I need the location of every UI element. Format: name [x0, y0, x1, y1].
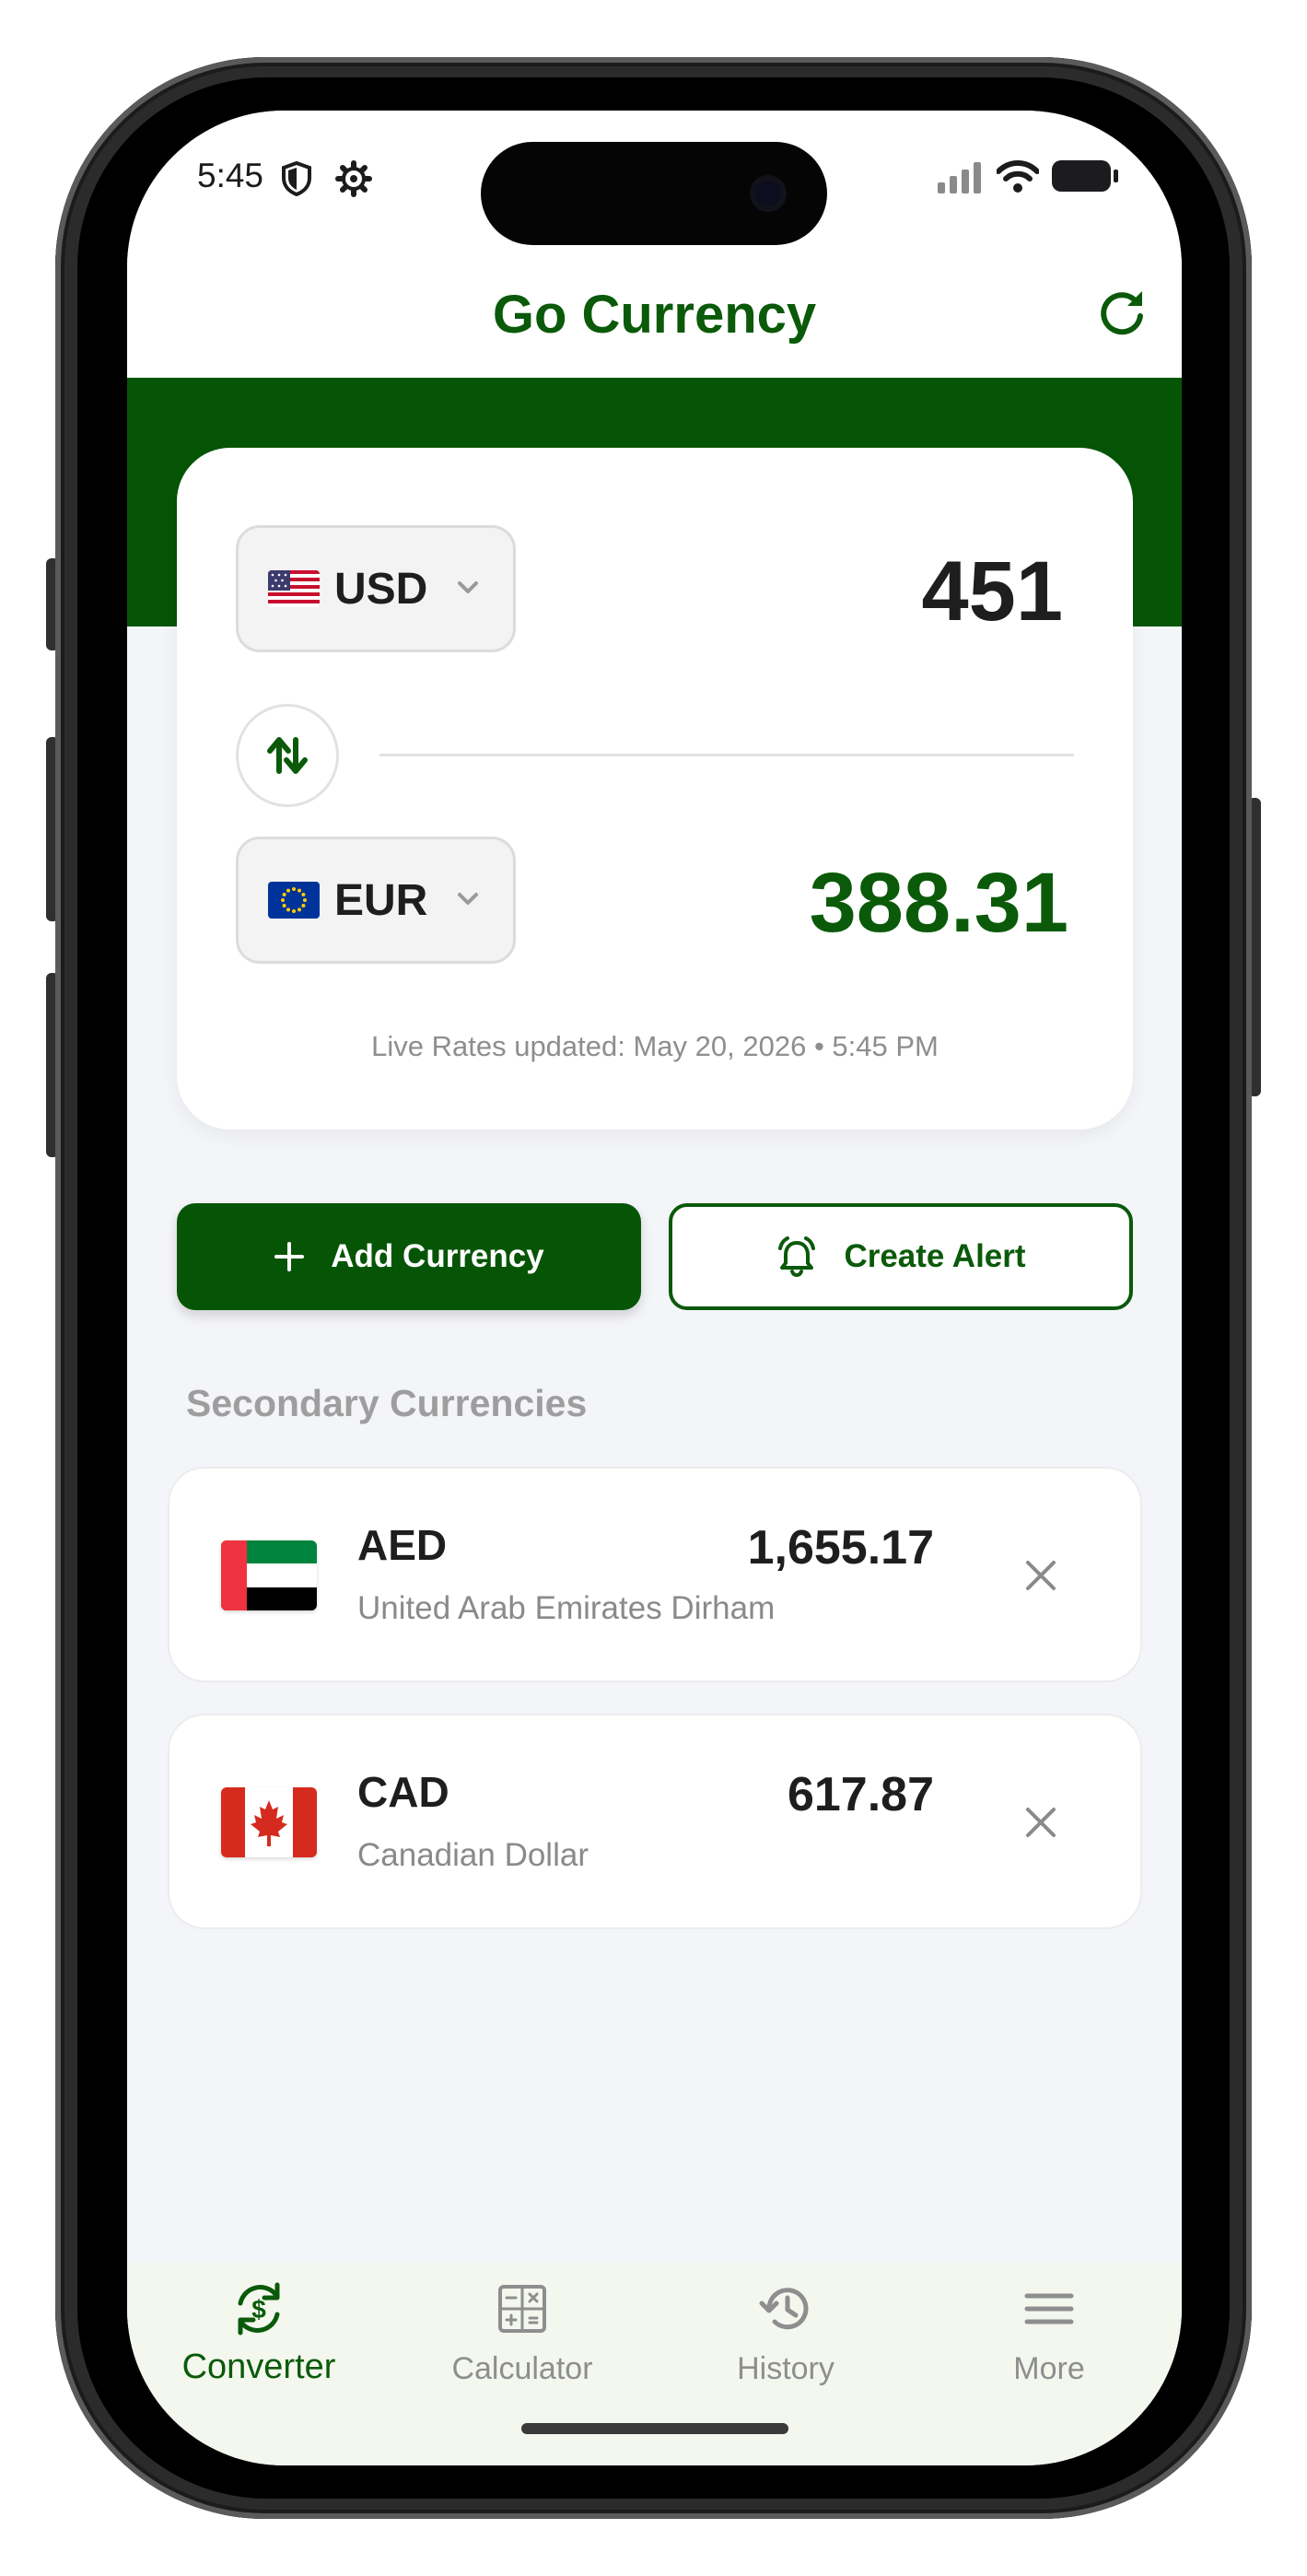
- nav-label: More: [1013, 2351, 1085, 2386]
- plus-icon: [274, 1242, 305, 1271]
- ae-flag-icon: [221, 1540, 317, 1610]
- currency-row-cad[interactable]: CAD Canadian Dollar 617.87: [168, 1714, 1142, 1929]
- ca-flag-icon: [221, 1787, 317, 1857]
- currency-value: 617.87: [787, 1768, 934, 1821]
- us-flag-icon: [268, 570, 320, 607]
- rates-updated-text: Live Rates updated: May 20, 2026 • 5:45 …: [371, 1030, 939, 1062]
- to-currency-code: EUR: [334, 875, 428, 925]
- add-currency-button[interactable]: Add Currency: [177, 1203, 641, 1310]
- refresh-icon[interactable]: [1094, 286, 1149, 341]
- menu-icon: [1024, 2293, 1074, 2324]
- currency-code: CAD: [357, 1768, 449, 1816]
- currency-exchange-icon: $: [238, 2282, 280, 2336]
- close-icon[interactable]: [1015, 1797, 1067, 1848]
- history-icon: [759, 2288, 809, 2330]
- currency-value: 1,655.17: [747, 1521, 934, 1575]
- nav-label: History: [737, 2351, 834, 2386]
- app-title: Go Currency: [492, 285, 817, 345]
- status-bar: 5:45: [127, 111, 1182, 249]
- to-amount: 388.31: [809, 856, 1068, 950]
- currency-row-aed[interactable]: AED United Arab Emirates Dirham 1,655.17: [168, 1467, 1142, 1682]
- from-currency-select[interactable]: USD: [236, 525, 516, 652]
- status-time: 5:45: [197, 157, 264, 194]
- from-currency-code: USD: [334, 564, 428, 614]
- battery-icon: [1052, 160, 1118, 192]
- create-alert-label: Create Alert: [844, 1238, 1026, 1274]
- divider: [379, 754, 1074, 756]
- nav-history[interactable]: History: [654, 2279, 917, 2418]
- section-title: Secondary Currencies: [186, 1382, 588, 1424]
- app-header: Go Currency: [127, 249, 1182, 378]
- swap-button[interactable]: [236, 704, 339, 807]
- svg-text:$: $: [251, 2295, 266, 2324]
- shield-icon: [282, 160, 311, 197]
- chevron-down-icon: [458, 581, 478, 593]
- add-currency-label: Add Currency: [331, 1238, 544, 1274]
- create-alert-button[interactable]: Create Alert: [669, 1203, 1133, 1310]
- wifi-icon: [997, 160, 1039, 193]
- to-currency-select[interactable]: EUR: [236, 837, 516, 964]
- currency-name: United Arab Emirates Dirham: [357, 1590, 776, 1626]
- alarm-bell-icon: [778, 1236, 816, 1278]
- nav-converter[interactable]: $ Converter: [127, 2279, 391, 2418]
- calculator-icon: [498, 2285, 546, 2333]
- nav-calculator[interactable]: Calculator: [391, 2279, 654, 2418]
- chevron-down-icon: [458, 893, 478, 905]
- camera-icon: [750, 175, 787, 212]
- currency-code: AED: [357, 1521, 448, 1569]
- nav-more[interactable]: More: [917, 2279, 1181, 2418]
- app-screen: 5:45 Go Currency USD 451 EUR 388.31 Live…: [127, 111, 1182, 2465]
- gear-icon: [335, 160, 372, 197]
- bottom-nav: $ Converter Calculator History More: [127, 2263, 1182, 2465]
- currency-name: Canadian Dollar: [357, 1837, 589, 1873]
- close-icon[interactable]: [1015, 1550, 1067, 1601]
- swap-vertical-icon: [267, 737, 308, 774]
- eu-flag-icon: [268, 882, 320, 919]
- converter-card: USD 451 EUR 388.31 Live Rates updated: M…: [177, 448, 1133, 1130]
- cellular-signal-icon: [938, 162, 981, 193]
- home-indicator: [521, 2423, 788, 2434]
- dynamic-island: [481, 142, 827, 245]
- from-amount[interactable]: 451: [922, 544, 1064, 640]
- nav-label: Converter: [181, 2348, 336, 2386]
- nav-label: Calculator: [451, 2351, 593, 2386]
